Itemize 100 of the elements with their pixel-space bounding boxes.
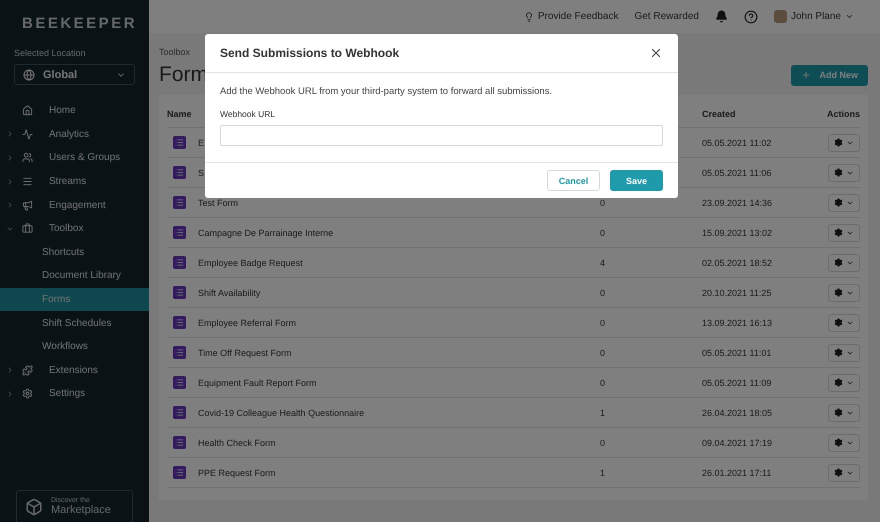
actions-button[interactable]: [828, 464, 860, 482]
created-date: 05.05.2021 11:01: [702, 348, 772, 358]
form-name[interactable]: Test Form: [198, 198, 238, 208]
form-name[interactable]: Equipment Fault Report Form: [198, 378, 317, 388]
caret-icon: [6, 201, 14, 210]
created-date: 02.05.2021 18:52: [702, 258, 772, 268]
save-button[interactable]: Save: [610, 170, 663, 191]
close-button[interactable]: [649, 46, 663, 60]
caret-icon: [845, 12, 854, 21]
dialog-text: Add the Webhook URL from your third-party system to forward all submissions.: [220, 86, 554, 97]
actions-button[interactable]: [828, 374, 860, 392]
nav-subitem[interactable]: Shortcuts: [0, 240, 149, 264]
gear-icon: [834, 348, 843, 357]
submission-count: 0: [600, 228, 606, 238]
form-name[interactable]: Time Off Request Form: [198, 348, 292, 358]
nav-item[interactable]: Users & Groups: [0, 146, 149, 170]
nav-item[interactable]: Extensions: [0, 358, 149, 382]
created-date: 05.05.2021 11:02: [702, 138, 772, 148]
feedback-link[interactable]: Provide Feedback: [524, 11, 618, 22]
column-header: Created: [702, 109, 736, 119]
nav-item[interactable]: Streams: [0, 170, 149, 194]
nav-subitem[interactable]: Forms: [0, 288, 149, 312]
submission-count: 0: [600, 198, 606, 208]
gear-icon: [834, 288, 843, 297]
submission-count: 0: [600, 378, 606, 388]
form-name[interactable]: Health Check Form: [198, 438, 276, 448]
created-date: 09.04.2021 17:19: [702, 438, 772, 448]
caret-icon: [6, 366, 14, 374]
form-name[interactable]: S: [198, 168, 204, 178]
form-name[interactable]: E: [198, 138, 204, 148]
gear-icon: [834, 378, 843, 387]
column-header: Name: [167, 109, 192, 119]
submission-count: 1: [600, 468, 606, 478]
created-date: 15.09.2021 13:02: [702, 228, 772, 238]
caret-icon: [6, 178, 14, 186]
nav-icon: [22, 200, 33, 211]
form-name[interactable]: Campagne De Parrainage Interne: [198, 228, 334, 238]
nav-item[interactable]: Home: [0, 99, 149, 123]
gear-icon: [834, 198, 843, 207]
actions-button[interactable]: [828, 404, 860, 422]
form-name[interactable]: Shift Availability: [198, 288, 260, 298]
nav-icon: [22, 176, 33, 188]
close-icon: [649, 46, 663, 60]
submission-count: 0: [600, 438, 606, 448]
nav-icon: [22, 128, 33, 140]
webhook-url-field[interactable]: [220, 125, 663, 146]
submission-count: 0: [600, 348, 606, 358]
cancel-button[interactable]: Cancel: [547, 170, 600, 191]
gear-icon: [834, 138, 843, 147]
form-name[interactable]: Covid-19 Colleague Health Questionnaire: [198, 408, 364, 418]
submission-count: 4: [600, 258, 606, 268]
form-name[interactable]: Employee Referral Form: [198, 318, 296, 328]
actions-button[interactable]: [828, 254, 860, 272]
nav-subitem[interactable]: Document Library: [0, 264, 149, 288]
help-icon[interactable]: [744, 10, 758, 24]
nav-subitem[interactable]: Workflows: [0, 334, 149, 359]
user-menu[interactable]: John Plane: [774, 10, 854, 23]
lightbulb-icon: [524, 12, 534, 22]
created-date: 13.09.2021 16:13: [702, 318, 772, 328]
created-date: 26.01.2021 17:11: [702, 468, 772, 478]
nav-icon: [22, 152, 33, 164]
globe-icon: [23, 68, 35, 80]
created-date: 23.09.2021 14:36: [702, 198, 772, 208]
gear-icon: [834, 318, 843, 327]
location-select[interactable]: Global: [14, 64, 135, 85]
actions-button[interactable]: [828, 314, 860, 332]
form-name[interactable]: PPE Request Form: [198, 468, 276, 478]
created-date: 20.10.2021 11:25: [702, 288, 772, 298]
nav-icon: [22, 105, 33, 116]
add-new-button[interactable]: Add New: [791, 64, 868, 86]
submission-count: 0: [600, 288, 606, 298]
form-name[interactable]: Employee Badge Request: [198, 258, 303, 268]
actions-button[interactable]: [828, 164, 860, 182]
caret-icon: [6, 154, 14, 162]
nav-item[interactable]: Toolbox: [0, 216, 149, 241]
nav-item[interactable]: Engagement: [0, 193, 149, 217]
plus-icon: [801, 70, 812, 80]
gear-icon: [834, 228, 843, 237]
box-icon: [25, 498, 43, 516]
actions-button[interactable]: [828, 434, 860, 452]
column-header: Actions: [826, 109, 860, 119]
caret-icon: [6, 390, 14, 398]
submission-count: 0: [600, 318, 606, 328]
rewards-link[interactable]: Get Rewarded: [634, 11, 699, 22]
nav-item[interactable]: Settings: [0, 382, 149, 406]
caret-icon: [6, 130, 14, 138]
actions-button[interactable]: [828, 194, 860, 212]
created-date: 05.05.2021 11:06: [702, 168, 772, 178]
actions-button[interactable]: [828, 224, 860, 242]
created-date: 26.04.2021 18:05: [702, 408, 772, 418]
actions-button[interactable]: [828, 134, 860, 152]
nav-subitem[interactable]: Shift Schedules: [0, 311, 149, 335]
actions-button[interactable]: [828, 344, 860, 362]
nav-item[interactable]: Analytics: [0, 122, 149, 146]
avatar: [774, 10, 787, 23]
bell-icon[interactable]: [714, 10, 728, 23]
gear-icon: [834, 468, 843, 477]
submission-count: 1: [600, 408, 606, 418]
gear-icon: [834, 168, 843, 177]
actions-button[interactable]: [828, 284, 860, 302]
